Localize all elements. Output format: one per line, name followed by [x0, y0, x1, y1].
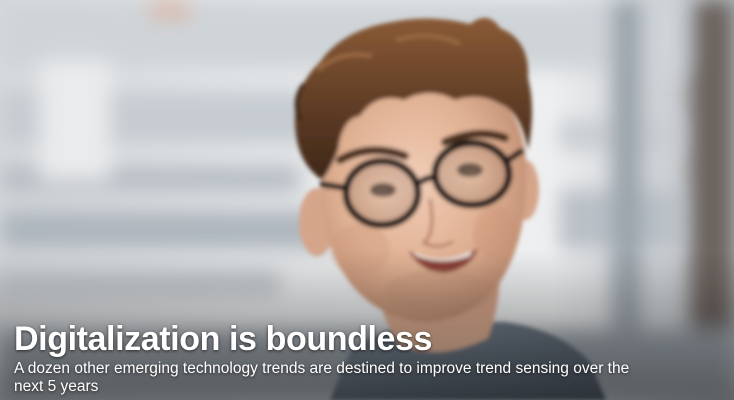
hero-headline: Digitalization is boundless [14, 320, 433, 358]
hero-caption: Digitalization is boundless A dozen othe… [14, 319, 674, 396]
hero-banner: Digitalization is boundless A dozen othe… [0, 0, 734, 400]
hero-subheadline: A dozen other emerging technology trends… [14, 360, 630, 395]
